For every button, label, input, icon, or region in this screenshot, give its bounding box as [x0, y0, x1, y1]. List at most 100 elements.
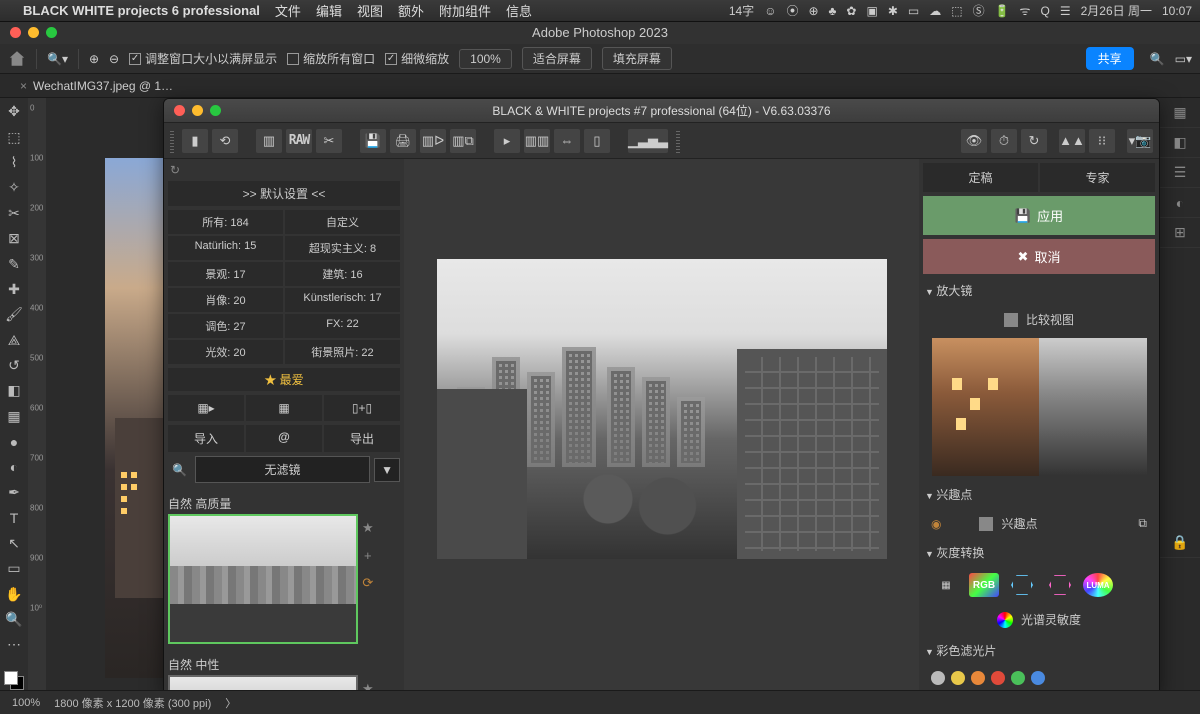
crop-tool-icon[interactable]: ✂ [4, 204, 24, 223]
workspace-icon[interactable]: ▭▾ [1175, 52, 1192, 66]
spectrum-row[interactable]: 光谱灵敏度 [923, 605, 1155, 634]
apply-button[interactable]: 💾应用 [923, 196, 1155, 235]
blur-tool-icon[interactable]: ● [4, 432, 24, 451]
menu-info[interactable]: 信息 [506, 1, 532, 20]
grid-size-icon[interactable]: ▦ [246, 395, 322, 421]
panel-icon[interactable]: ◐ [1160, 188, 1200, 218]
cancel-button[interactable]: ✖取消 [923, 239, 1155, 274]
panel-icon[interactable]: ☰ [1160, 158, 1200, 188]
settings-icon[interactable]: ⁝⁝ [1089, 129, 1115, 153]
color-swatch[interactable] [4, 671, 24, 690]
menubar-date[interactable]: 2月26日 周一 [1081, 2, 1152, 19]
grid-icon[interactable]: ▦ [931, 573, 961, 597]
status-icon[interactable]: ⬚ [951, 4, 962, 18]
at-button[interactable]: @ [246, 425, 322, 452]
brush-tool-icon[interactable]: 🖌 [4, 305, 24, 324]
fill-screen-button[interactable]: 填充屏幕 [602, 47, 672, 70]
cat-architecture[interactable]: 建筑: 16 [285, 262, 400, 286]
rgb-button[interactable]: RGB [969, 573, 999, 597]
color-dot[interactable] [951, 671, 965, 685]
panel-icon[interactable]: ▦ [1160, 98, 1200, 128]
histogram-icon[interactable]: ▁▃▅▃ [628, 129, 668, 153]
camera-icon[interactable]: ▾📷 [1127, 129, 1153, 153]
checkbox-scrubby[interactable] [385, 53, 397, 65]
panel-icon[interactable]: ⊞ [1160, 218, 1200, 248]
minimize-icon[interactable] [28, 27, 39, 38]
lasso-tool-icon[interactable]: ⌇ [4, 153, 24, 172]
cat-portrait[interactable]: 肖像: 20 [168, 288, 283, 312]
search-icon[interactable] [1150, 52, 1165, 66]
gradient-tool-icon[interactable]: ▦ [4, 407, 24, 426]
import-button[interactable]: 导入 [168, 425, 244, 452]
new-icon[interactable]: ▮ [182, 129, 208, 153]
close-icon[interactable] [174, 105, 185, 116]
status-icon[interactable]: ✱ [888, 4, 898, 18]
eraser-tool-icon[interactable]: ◧ [4, 381, 24, 400]
redo-icon[interactable]: ↻ [1021, 129, 1047, 153]
pen-tool-icon[interactable]: ✒ [4, 483, 24, 502]
poi-ring-icon[interactable]: ◉ [931, 517, 941, 531]
checkbox-resize-window[interactable] [129, 53, 141, 65]
color-dot[interactable] [931, 671, 945, 685]
zoom-out-icon[interactable]: ⊖ [109, 52, 119, 66]
dodge-tool-icon[interactable]: ◐ [4, 457, 24, 476]
zoom-in-icon[interactable]: ⊕ [89, 52, 99, 66]
color-dot[interactable] [991, 671, 1005, 685]
menu-view[interactable]: 视图 [357, 1, 383, 20]
raw-button[interactable]: RAW [286, 129, 312, 153]
tab-expert[interactable]: 专家 [1040, 163, 1155, 192]
reload-icon[interactable]: ⟲ [212, 129, 238, 153]
status-icon[interactable]: ▭ [908, 4, 919, 18]
refresh-icon[interactable]: ⟳ [362, 575, 373, 591]
cat-artistic[interactable]: Künstlerisch: 17 [285, 288, 400, 312]
tab-finalize[interactable]: 定稿 [923, 163, 1038, 192]
flip-icon[interactable]: ▲▲ [1059, 129, 1085, 153]
crop-icon[interactable]: ✂ [316, 129, 342, 153]
poi-toggle-icon[interactable] [979, 517, 993, 531]
zoom-100-button[interactable]: 100% [459, 49, 512, 69]
tab-close-icon[interactable]: × [20, 79, 27, 93]
status-chevron-icon[interactable]: 〉 [225, 695, 236, 711]
cat-toning[interactable]: 调色: 27 [168, 314, 283, 338]
hand-tool-icon[interactable]: ✋ [4, 584, 24, 603]
share-button[interactable]: 共享 [1086, 47, 1134, 70]
menu-edit[interactable]: 编辑 [316, 1, 342, 20]
status-icon[interactable]: Ⓢ [973, 2, 985, 19]
gray-header[interactable]: 灰度转换 [923, 540, 1155, 565]
cat-surreal[interactable]: 超现实主义: 8 [285, 236, 400, 260]
menu-file[interactable]: 文件 [275, 1, 301, 20]
info-icon[interactable]: ▯ [584, 129, 610, 153]
timer-icon[interactable]: ⏱ [991, 129, 1017, 153]
stamp-tool-icon[interactable]: ⟁ [4, 331, 24, 350]
menu-extra[interactable]: 额外 [398, 1, 424, 20]
color-filter-header[interactable]: 彩色滤光片 [923, 638, 1155, 663]
shape-tool-icon[interactable]: ▭ [4, 559, 24, 578]
history-brush-icon[interactable]: ↺ [4, 356, 24, 375]
wifi-icon[interactable]: ᯤ [1020, 2, 1031, 19]
frame-tool-icon[interactable]: ⊠ [4, 229, 24, 248]
gallery-icon[interactable]: ▥▥ [524, 129, 550, 153]
hsv-button[interactable] [1007, 573, 1037, 597]
compare-icon[interactable]: ▯+▯ [324, 395, 400, 421]
compare-icon[interactable] [1004, 313, 1018, 327]
hsl-button[interactable] [1045, 573, 1075, 597]
dropdown-icon[interactable]: ▼ [374, 458, 400, 482]
menu-addons[interactable]: 附加组件 [439, 1, 491, 20]
poi-header[interactable]: 兴趣点 [923, 482, 1155, 507]
fit-screen-button[interactable]: 适合屏幕 [522, 47, 592, 70]
grid-view-icon[interactable]: ▦▸ [168, 395, 244, 421]
fit-icon[interactable]: ⇔ [554, 129, 580, 153]
status-zoom[interactable]: 100% [12, 697, 40, 709]
app-name[interactable]: BLACK WHITE projects 6 professional [23, 3, 260, 18]
preset-thumbnail[interactable] [168, 514, 358, 644]
move-tool-icon[interactable]: ✥ [4, 102, 24, 121]
type-tool-icon[interactable]: T [4, 508, 24, 527]
magnifier-preview[interactable] [932, 338, 1147, 476]
status-icon[interactable]: ▣ [866, 4, 877, 18]
edit-toolbar-icon[interactable]: ⋯ [4, 635, 24, 654]
star-icon[interactable]: ★ [362, 520, 374, 536]
zoom-tool-icon[interactable]: 🔍▾ [47, 52, 68, 66]
magnifier-header[interactable]: 放大镜 [923, 278, 1155, 303]
control-center-icon[interactable]: ☰ [1060, 4, 1071, 18]
wand-tool-icon[interactable]: ✧ [4, 178, 24, 197]
